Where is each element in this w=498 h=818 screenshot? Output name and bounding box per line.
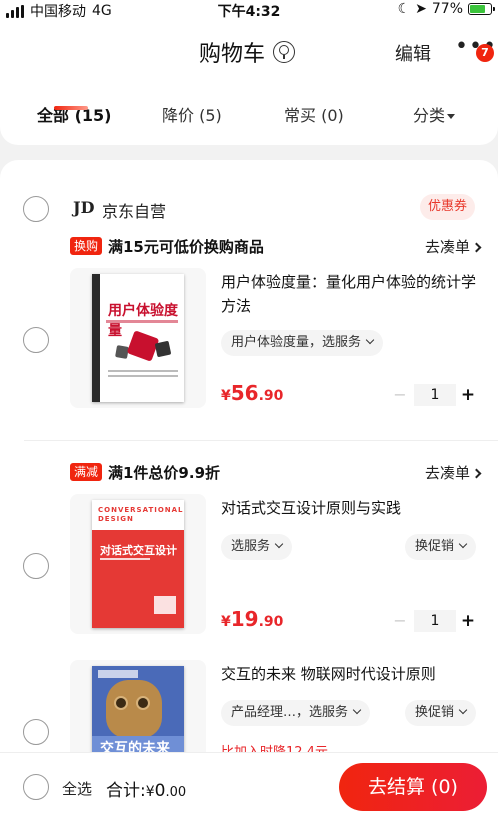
cover-title: 对话式交互设计 xyxy=(100,544,177,557)
quantity-stepper: − 1 + xyxy=(392,610,478,632)
tab-category[interactable]: 分类 xyxy=(413,102,456,126)
book-cover: 用户体验度量 xyxy=(92,274,184,402)
moon-icon: ☾ xyxy=(397,1,411,17)
chevron-right-icon xyxy=(471,468,482,479)
increase-button[interactable]: + xyxy=(460,610,476,632)
promo-tag: 满减 xyxy=(70,463,103,481)
chevron-down-icon xyxy=(458,705,468,715)
coupon-button[interactable]: 优惠券 xyxy=(420,194,476,220)
item-select-checkbox[interactable] xyxy=(23,553,49,579)
service-selector[interactable]: 选服务 xyxy=(221,534,293,560)
shop-cart-card: JD 京东自营 优惠券 换购 满15元可低价换购商品 去凑单 用户体验度量 用户… xyxy=(0,160,498,780)
add-more-label: 去凑单 xyxy=(424,464,470,482)
decrease-button[interactable]: − xyxy=(392,610,408,632)
tab-frequent[interactable]: 常买 (0) xyxy=(284,102,344,126)
switch-promo-button[interactable]: 换促销 xyxy=(405,700,477,726)
chevron-down-icon xyxy=(365,335,375,345)
tab-category-label: 分类 xyxy=(413,106,446,125)
chevron-down-icon xyxy=(352,705,362,715)
promo-row: 满减 满1件总价9.9折 去凑单 xyxy=(70,462,482,484)
checkout-bar: 全选 合计:¥0.00 去结算 (0) xyxy=(0,752,498,818)
location-arrow-icon: ➤ xyxy=(415,1,427,17)
switch-promo-label: 换促销 xyxy=(415,705,455,720)
decrease-button[interactable]: − xyxy=(392,384,408,406)
product-title[interactable]: 用户体验度量：量化用户体验的统计学方法 xyxy=(221,270,476,318)
product-title[interactable]: 对话式交互设计原则与实践 xyxy=(221,496,476,520)
tab-price-drop[interactable]: 降价 (5) xyxy=(162,102,222,126)
switch-promo-button[interactable]: 换促销 xyxy=(405,534,477,560)
service-label: 产品经理…，选服务 xyxy=(231,705,349,720)
chevron-down-icon xyxy=(458,539,468,549)
battery-percent: 77% xyxy=(431,1,463,17)
product-price: ¥19.90 xyxy=(221,607,284,631)
select-all-label[interactable]: 全选 xyxy=(62,778,92,799)
chevron-down-icon xyxy=(274,539,284,549)
status-right: ☾ ➤ 77% xyxy=(397,1,495,17)
notification-badge: 7 xyxy=(476,44,494,62)
service-selector[interactable]: 产品经理…，选服务 xyxy=(221,700,371,726)
product-image[interactable]: 用户体验度量 xyxy=(70,268,206,408)
quantity-input[interactable]: 1 xyxy=(414,384,456,406)
checkout-button[interactable]: 去结算 (0) xyxy=(339,763,487,811)
shop-select-checkbox[interactable] xyxy=(23,196,49,222)
add-more-link[interactable]: 去凑单 xyxy=(424,236,482,257)
cover-subtitle: CONVERSATIONAL DESIGN xyxy=(98,506,184,523)
select-all-checkbox[interactable] xyxy=(23,774,49,800)
increase-button[interactable]: + xyxy=(460,384,476,406)
divider xyxy=(24,440,498,441)
status-bar: 中国移动 4G 下午4:32 ☾ ➤ 77% xyxy=(0,0,498,20)
quantity-stepper: − 1 + xyxy=(392,384,478,406)
total-amount: 合计:¥0.00 xyxy=(106,781,187,801)
promo-text: 满15元可低价换购商品 xyxy=(108,238,264,256)
product-image[interactable]: CONVERSATIONAL DESIGN 对话式交互设计 xyxy=(70,494,206,634)
promo-text: 满1件总价9.9折 xyxy=(108,464,221,482)
promo-tag: 换购 xyxy=(70,237,103,255)
service-label: 选服务 xyxy=(231,539,271,554)
battery-icon xyxy=(468,3,495,15)
service-label: 用户体验度量，选服务 xyxy=(231,335,362,350)
service-selector[interactable]: 用户体验度量，选服务 xyxy=(221,330,384,356)
shop-header: JD 京东自营 优惠券 xyxy=(0,194,498,224)
shop-name[interactable]: 京东自营 xyxy=(102,198,166,222)
product-title[interactable]: 交互的未来 物联网时代设计原则 xyxy=(221,662,476,686)
promo-row: 换购 满15元可低价换购商品 去凑单 xyxy=(70,236,482,258)
page-title: 购物车 xyxy=(199,42,266,67)
quantity-input[interactable]: 1 xyxy=(414,610,456,632)
cart-header: 购物车 编辑 ••• 7 全部 (15) 降价 (5) 常买 (0) 分类 xyxy=(0,20,498,145)
chevron-right-icon xyxy=(471,242,482,253)
dropdown-arrow-icon xyxy=(447,114,456,119)
item-select-checkbox[interactable] xyxy=(23,327,49,353)
add-more-label: 去凑单 xyxy=(424,238,470,256)
product-price: ¥56.90 xyxy=(221,381,284,405)
item-select-checkbox[interactable] xyxy=(23,719,49,745)
edit-button[interactable]: 编辑 xyxy=(395,40,431,66)
book-cover: CONVERSATIONAL DESIGN 对话式交互设计 xyxy=(92,500,184,628)
active-tab-indicator xyxy=(54,106,88,110)
switch-promo-label: 换促销 xyxy=(415,539,455,554)
add-more-link[interactable]: 去凑单 xyxy=(424,462,482,483)
location-pin-icon[interactable] xyxy=(273,41,296,63)
jd-logo: JD xyxy=(73,198,95,217)
